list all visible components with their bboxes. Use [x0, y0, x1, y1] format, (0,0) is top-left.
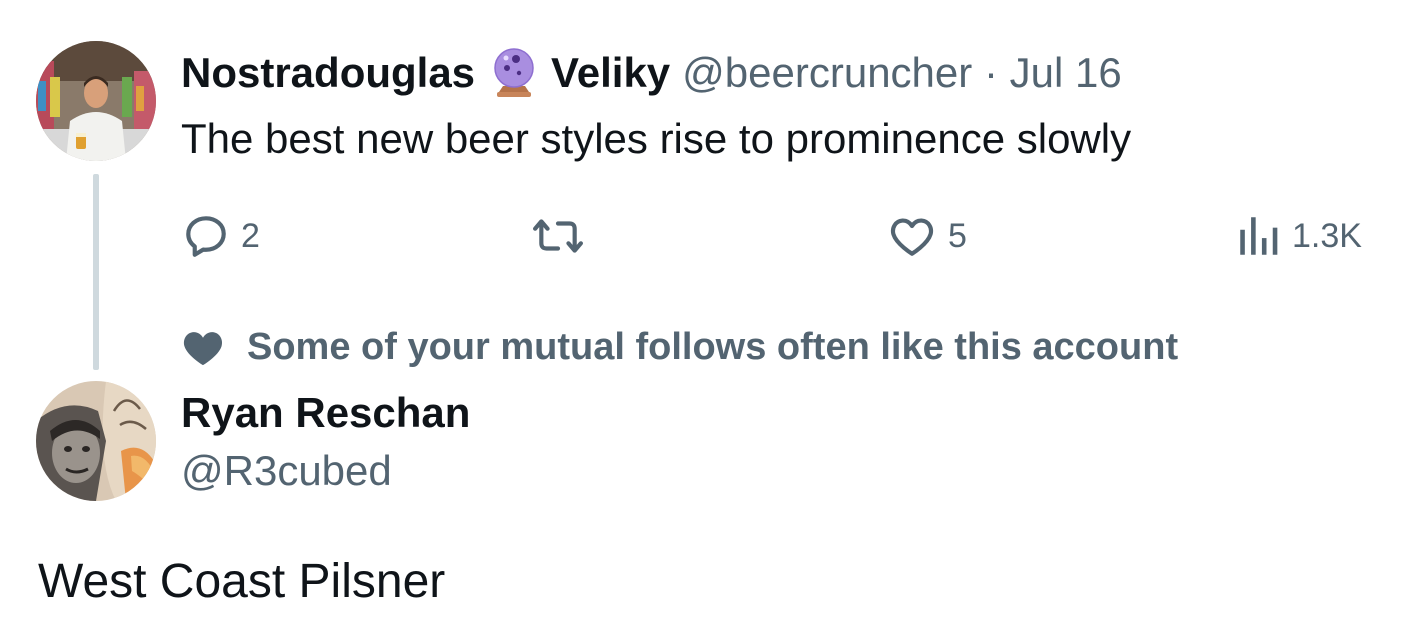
retweet-button[interactable]	[530, 208, 596, 264]
heart-fill-icon	[183, 332, 223, 366]
views-count: 1.3K	[1292, 216, 1362, 255]
parent-tweet-text: The best new beer styles rise to promine…	[181, 115, 1132, 162]
views-button[interactable]: 1.3K	[1236, 208, 1362, 264]
parent-tweet-header: Nostradouglas Veliky @beercruncher · Jul…	[181, 46, 1122, 100]
tweet-date[interactable]: Jul 16	[1010, 49, 1122, 96]
social-context-text: Some of your mutual follows often like t…	[247, 325, 1179, 368]
display-name-last[interactable]: Veliky	[551, 46, 670, 100]
reply-tweet-text: West Coast Pilsner	[38, 555, 446, 608]
reply-icon	[186, 216, 226, 257]
user-avatar-icon	[36, 41, 156, 161]
display-name-first[interactable]: Nostradouglas	[181, 46, 475, 100]
parent-avatar[interactable]	[36, 41, 156, 161]
crystal-ball-icon	[489, 46, 539, 100]
like-button[interactable]: 5	[886, 208, 967, 264]
like-count: 5	[948, 216, 967, 255]
reply-display-name[interactable]: Ryan Reschan	[181, 386, 470, 440]
thread-connector-line	[93, 174, 99, 370]
user-avatar-icon	[36, 381, 156, 501]
handle-and-date: @beercruncher · Jul 16	[682, 46, 1122, 100]
reply-user-handle[interactable]: @R3cubed	[181, 444, 392, 498]
social-context: Some of your mutual follows often like t…	[181, 320, 1178, 374]
reply-button[interactable]: 2	[181, 208, 260, 264]
reply-count: 2	[241, 216, 260, 255]
heart-icon	[890, 218, 934, 256]
views-icon	[1240, 217, 1278, 255]
retweet-icon	[532, 219, 583, 253]
user-handle[interactable]: @beercruncher	[682, 49, 972, 96]
separator-dot: ·	[983, 49, 998, 96]
reply-avatar[interactable]	[36, 381, 156, 501]
